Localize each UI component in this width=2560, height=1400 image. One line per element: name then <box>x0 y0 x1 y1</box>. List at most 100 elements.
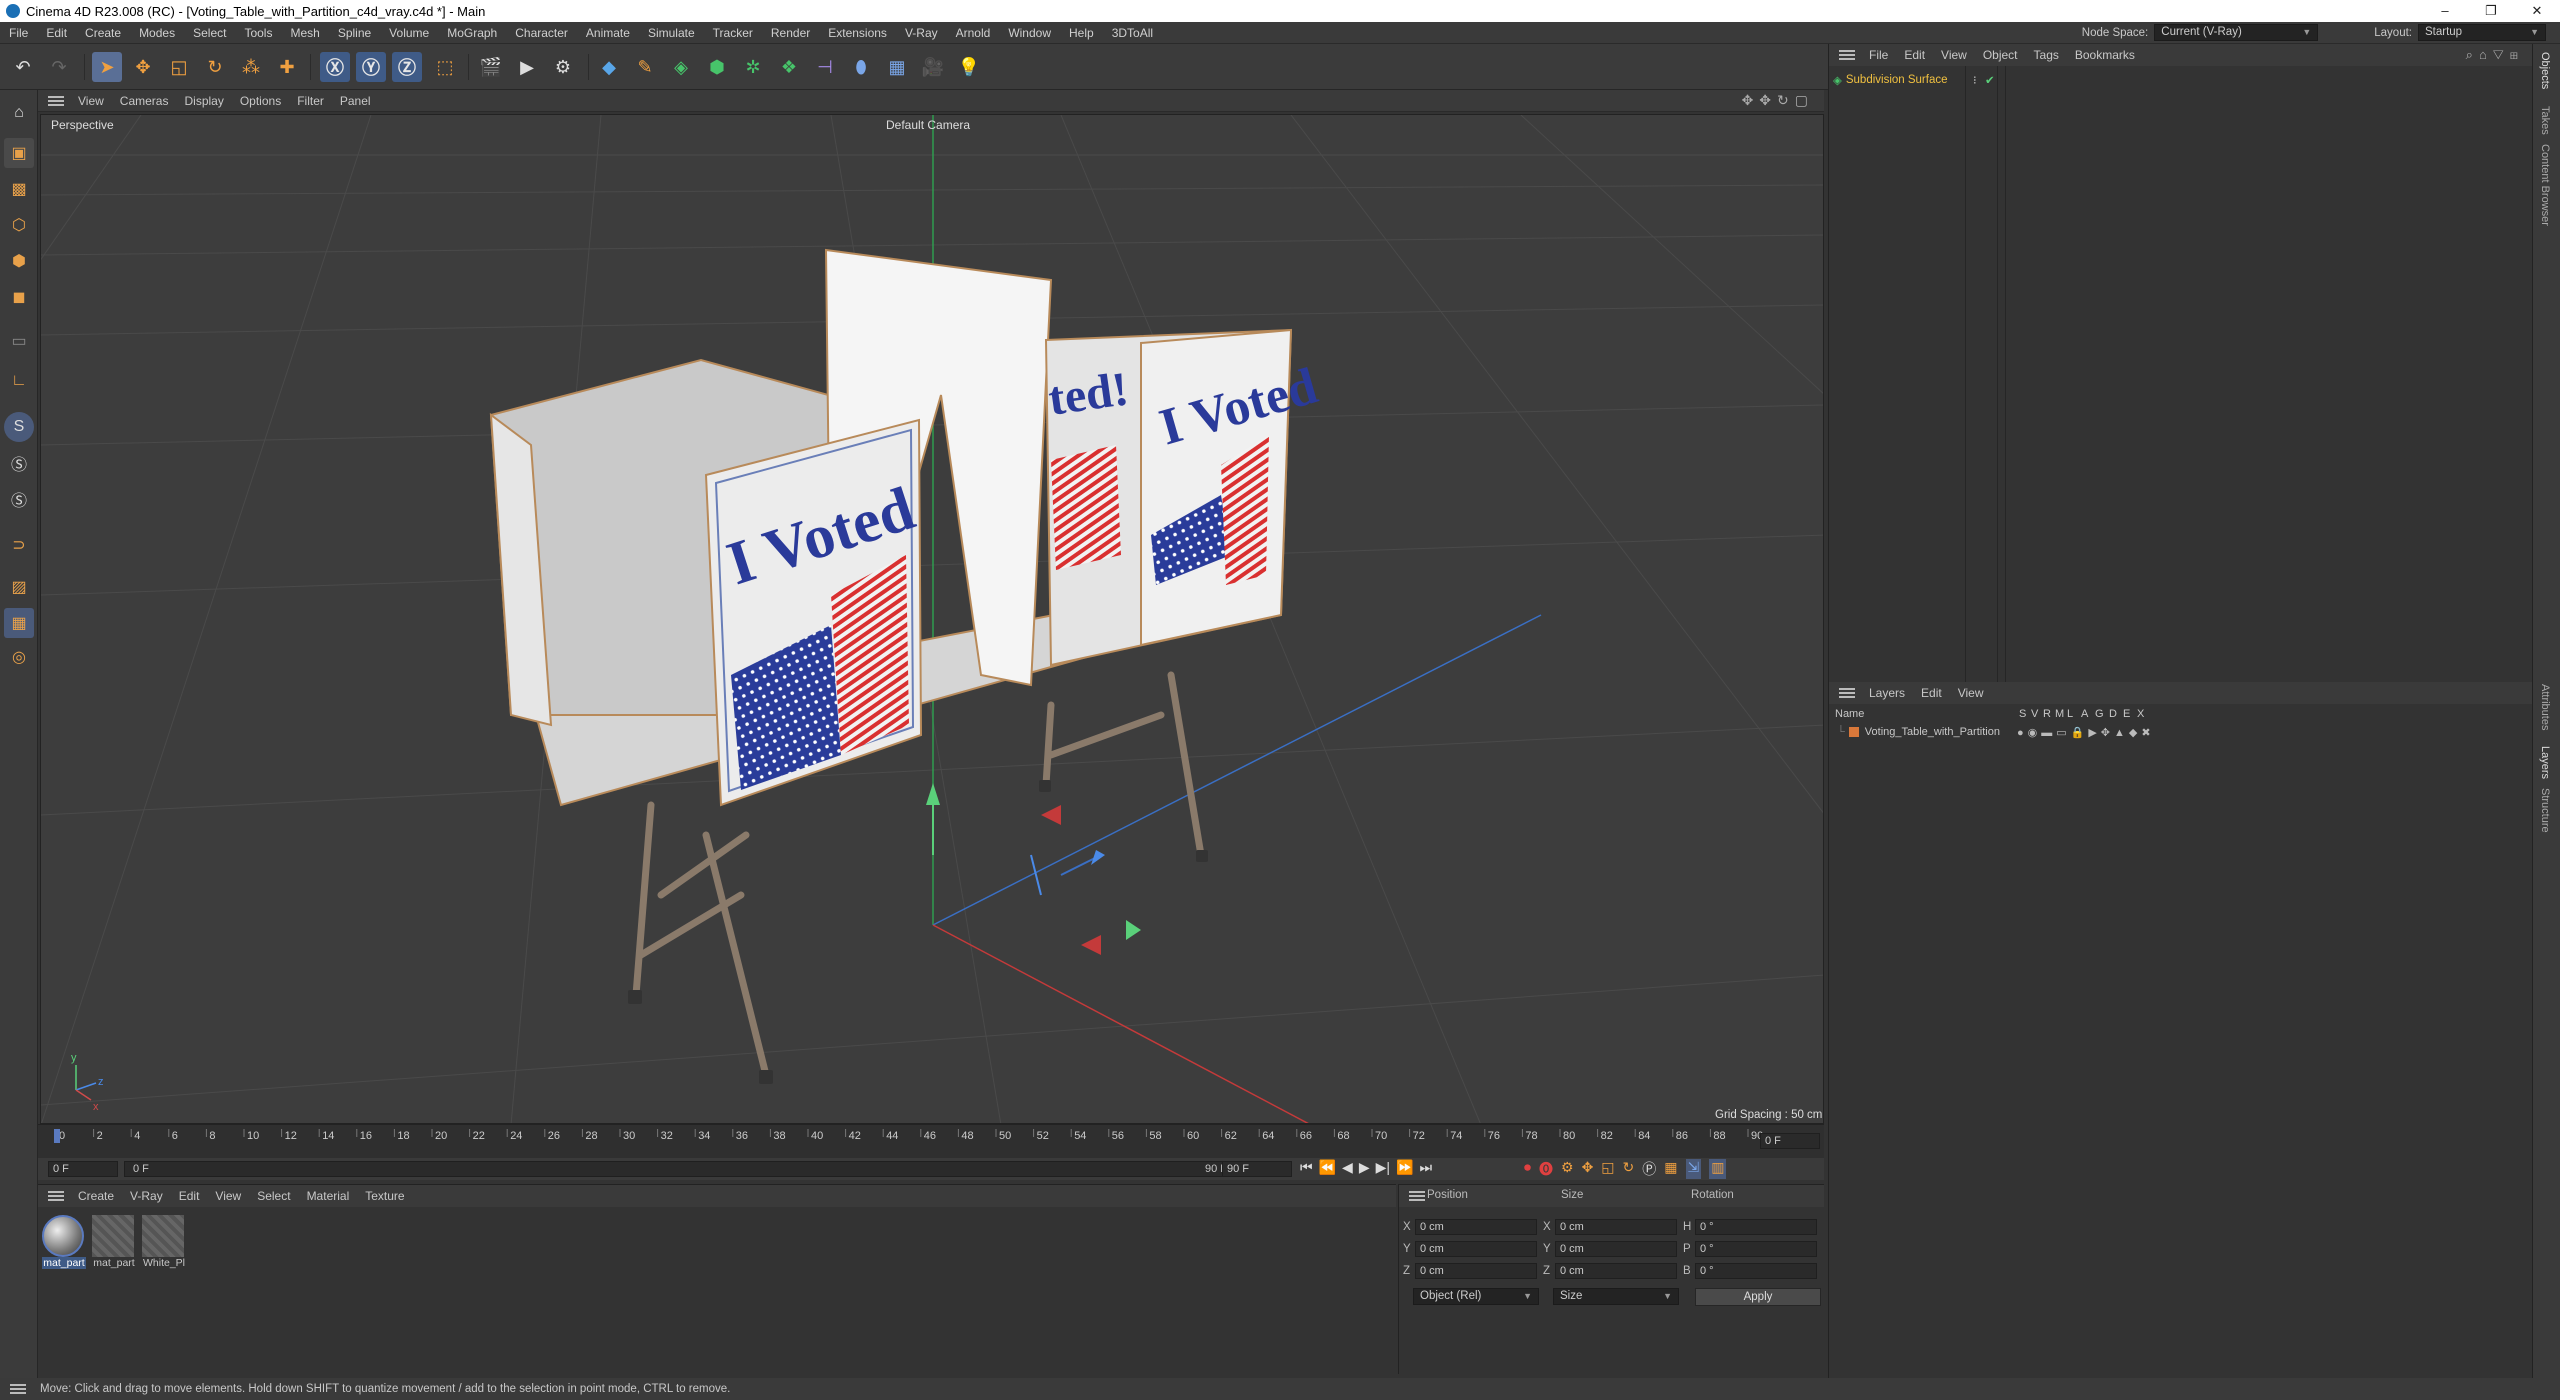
menu-create[interactable]: Create <box>76 26 130 40</box>
points-mode-icon[interactable]: ⬡ <box>4 210 34 240</box>
position-y-field[interactable]: 0 cm <box>1415 1241 1537 1257</box>
undo-icon[interactable]: ↶ <box>8 52 38 82</box>
menu-mesh[interactable]: Mesh <box>281 26 328 40</box>
uv-mode-icon[interactable]: ▭ <box>4 326 34 356</box>
menu-animate[interactable]: Animate <box>577 26 639 40</box>
tab-layers[interactable]: Layers <box>2539 746 2551 779</box>
maximize-button[interactable]: ❐ <box>2468 0 2514 22</box>
model-mode-icon[interactable]: ▣ <box>4 138 34 168</box>
object-row[interactable]: ◈ Subdivision Surface ⁝ ✔ <box>1833 72 1995 88</box>
make-editable-icon[interactable]: ⌂ <box>4 98 34 128</box>
material-swatch[interactable]: White_Pl <box>142 1215 186 1269</box>
rotation-p-field[interactable]: 0 ° <box>1695 1241 1817 1257</box>
menu-window[interactable]: Window <box>999 26 1060 40</box>
layers-menu-view[interactable]: View <box>1950 686 1992 700</box>
viewport-menu-cameras[interactable]: Cameras <box>112 94 177 108</box>
light-icon[interactable]: 💡 <box>954 52 984 82</box>
coordinate-system-icon[interactable]: ⬚ <box>430 52 460 82</box>
mograph-cloner-icon[interactable]: ✲ <box>738 52 768 82</box>
objects-menu-file[interactable]: File <box>1861 48 1896 62</box>
snap-settings-icon[interactable]: Ⓢ <box>4 448 34 478</box>
layer-toggle-icons[interactable]: ●◉▬▭🔒▶✥▲◆✖ <box>2017 726 2155 739</box>
select-tool-icon[interactable]: ➤ <box>92 52 122 82</box>
rotation-key-icon[interactable]: ↻ <box>1623 1159 1635 1179</box>
rotate-tool-icon[interactable]: ↻ <box>200 52 230 82</box>
playhead-marker[interactable] <box>54 1129 60 1143</box>
parameter-key-icon[interactable]: Ⓟ <box>1642 1159 1656 1179</box>
magnet-icon[interactable]: ⊃ <box>4 530 34 560</box>
viewport-menu-icon[interactable] <box>48 95 64 106</box>
workplane-icon[interactable]: ▨ <box>4 572 34 602</box>
menu-character[interactable]: Character <box>506 26 577 40</box>
autokey-icon[interactable]: ⓿ <box>1539 1159 1553 1179</box>
position-z-field[interactable]: 0 cm <box>1415 1263 1537 1279</box>
3d-viewport[interactable]: I Voted ted! I Voted yzx Perspective Def… <box>40 114 1824 1124</box>
material-menu-vray[interactable]: V-Ray <box>122 1189 171 1203</box>
viewport-camera-label[interactable]: Default Camera <box>886 118 970 132</box>
minimize-button[interactable]: – <box>2422 0 2468 22</box>
material-menu-select[interactable]: Select <box>249 1189 298 1203</box>
layers-menu-edit[interactable]: Edit <box>1913 686 1950 700</box>
layer-color-swatch[interactable] <box>1848 727 1859 737</box>
texture-mode-icon[interactable]: ▩ <box>4 174 34 204</box>
end-frame-field[interactable]: 90 F <box>1222 1161 1292 1177</box>
rotation-b-field[interactable]: 0 ° <box>1695 1263 1817 1279</box>
viewport-navigation-icons[interactable]: ✥✥↻▢ <box>1742 92 1824 109</box>
rotation-h-field[interactable]: 0 ° <box>1695 1219 1817 1235</box>
tab-takes[interactable]: Takes <box>2539 106 2551 135</box>
material-menu-edit[interactable]: Edit <box>171 1189 208 1203</box>
motion-clip-icon[interactable]: ▥ <box>1709 1159 1727 1179</box>
timeline-ruler[interactable]: 0 2 4 6 8 10 12 14 16 18 20 22 24 26 28 30 32 34 36 38 40 42 4… <box>38 1124 1824 1158</box>
size-mode-dropdown[interactable]: Size ▼ <box>1553 1288 1679 1305</box>
layer-row[interactable]: └ Voting_Table_with_Partition ●◉▬▭🔒▶✥▲◆✖ <box>1829 724 2533 740</box>
viewport-menu-options[interactable]: Options <box>232 94 289 108</box>
position-x-field[interactable]: 0 cm <box>1415 1219 1537 1235</box>
tab-structure[interactable]: Structure <box>2539 788 2551 833</box>
size-y-field[interactable]: 0 cm <box>1555 1241 1677 1257</box>
extrude-icon[interactable]: ⬢ <box>702 52 732 82</box>
go-to-start-icon[interactable]: ⏮ <box>1300 1159 1313 1176</box>
move-tool-icon[interactable]: ✥ <box>128 52 158 82</box>
viewport-menu-view[interactable]: View <box>70 94 112 108</box>
menu-file[interactable]: File <box>0 26 37 40</box>
add-tool-icon[interactable]: ✚ <box>272 52 302 82</box>
menu-extensions[interactable]: Extensions <box>819 26 896 40</box>
layout-dropdown[interactable]: Startup ▼ <box>2418 24 2546 41</box>
menu-arnold[interactable]: Arnold <box>947 26 1000 40</box>
material-menu-create[interactable]: Create <box>70 1189 122 1203</box>
timeline-window-icon[interactable]: ⇲ <box>1685 1159 1702 1179</box>
current-frame-field[interactable]: 0 F <box>1760 1133 1820 1149</box>
go-to-end-icon[interactable]: ⏭ <box>1419 1159 1432 1176</box>
snap-icon[interactable]: S <box>4 412 34 442</box>
step-forward-icon[interactable]: ▶| <box>1376 1159 1390 1176</box>
menu-mograph[interactable]: MoGraph <box>438 26 506 40</box>
edges-mode-icon[interactable]: ⬢ <box>4 246 34 276</box>
cube-primitive-icon[interactable]: ◆ <box>594 52 624 82</box>
objects-menu-tags[interactable]: Tags <box>2026 48 2067 62</box>
menu-tools[interactable]: Tools <box>235 26 281 40</box>
menu-simulate[interactable]: Simulate <box>639 26 704 40</box>
recent-tools-icon[interactable]: ⁂ <box>236 52 266 82</box>
size-x-field[interactable]: 0 cm <box>1555 1219 1677 1235</box>
material-swatch[interactable]: mat_part <box>42 1215 86 1269</box>
keyframe-selection-icon[interactable]: ⚙ <box>1561 1159 1574 1179</box>
material-swatch[interactable]: mat_part <box>92 1215 136 1269</box>
menu-volume[interactable]: Volume <box>380 26 438 40</box>
step-back-icon[interactable]: ◀ <box>1342 1159 1353 1176</box>
material-menu-icon[interactable] <box>48 1191 64 1201</box>
locked-workplane-icon[interactable]: ▦ <box>4 608 34 638</box>
field-icon[interactable]: ⊣ <box>810 52 840 82</box>
apply-button[interactable]: Apply <box>1695 1288 1821 1306</box>
coordinates-menu-icon[interactable] <box>1409 1191 1425 1201</box>
menu-modes[interactable]: Modes <box>130 26 184 40</box>
pen-spline-icon[interactable]: ✎ <box>630 52 660 82</box>
brush-icon[interactable]: ◎ <box>4 642 34 672</box>
objects-search-icon[interactable]: ⌕⌂▽⊞ <box>2466 47 2532 63</box>
render-settings-icon[interactable]: ⚙ <box>548 52 578 82</box>
scale-tool-icon[interactable]: ◱ <box>164 52 194 82</box>
floor-icon[interactable]: ▦ <box>882 52 912 82</box>
x-axis-lock-icon[interactable]: Ⓧ <box>320 52 350 82</box>
objects-menu-icon[interactable] <box>1839 50 1855 60</box>
menu-help[interactable]: Help <box>1060 26 1103 40</box>
viewport-menu-display[interactable]: Display <box>176 94 231 108</box>
